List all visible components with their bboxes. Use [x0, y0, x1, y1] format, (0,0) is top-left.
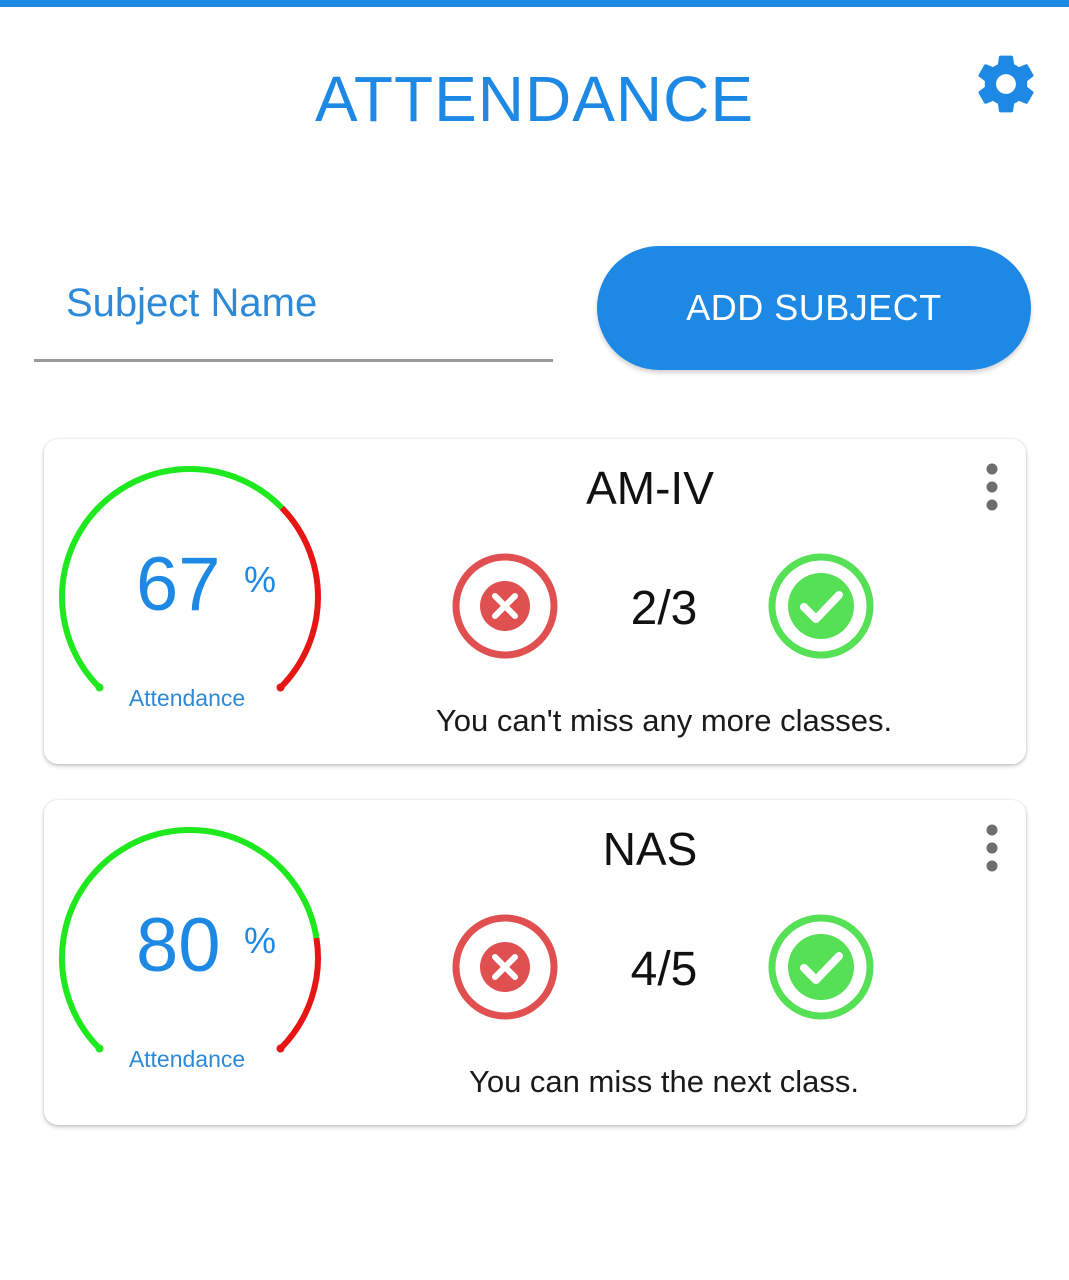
gear-icon[interactable]: [972, 50, 1040, 118]
more-vert-icon[interactable]: [974, 463, 1010, 511]
percent-sign: %: [244, 559, 277, 600]
subject-card: 80 % Attendance NAS 4/5 You can miss the…: [44, 800, 1026, 1125]
subject-card: 67 % Attendance AM-IV 2/3 You can't miss…: [44, 439, 1026, 764]
gauge-missed-arc: [278, 505, 321, 690]
add-subject-button[interactable]: ADD SUBJECT: [597, 246, 1031, 370]
attendance-percent: 80: [136, 903, 221, 988]
subject-title: NAS: [602, 823, 698, 875]
more-vert-icon[interactable]: [974, 824, 1010, 872]
subject-name-input[interactable]: [34, 248, 553, 362]
mark-present-button[interactable]: [766, 551, 876, 661]
attendance-percent: 67: [136, 542, 221, 627]
page-title: ATTENDANCE: [314, 63, 755, 135]
mark-absent-button[interactable]: [450, 912, 560, 1022]
subject-title: AM-IV: [586, 462, 714, 514]
top-accent-bar: [0, 0, 1069, 7]
gauge-missed-arc: [278, 937, 321, 1051]
attendance-count: 4/5: [630, 943, 698, 996]
gauge-label: Attendance: [128, 1046, 246, 1072]
percent-sign: %: [244, 920, 277, 961]
attendance-message: You can miss the next class.: [469, 1064, 859, 1099]
attendance-message: You can't miss any more classes.: [435, 703, 893, 738]
attendance-count: 2/3: [630, 582, 698, 635]
mark-present-button[interactable]: [766, 912, 876, 1022]
mark-absent-button[interactable]: [450, 551, 560, 661]
gauge-label: Attendance: [128, 685, 246, 711]
